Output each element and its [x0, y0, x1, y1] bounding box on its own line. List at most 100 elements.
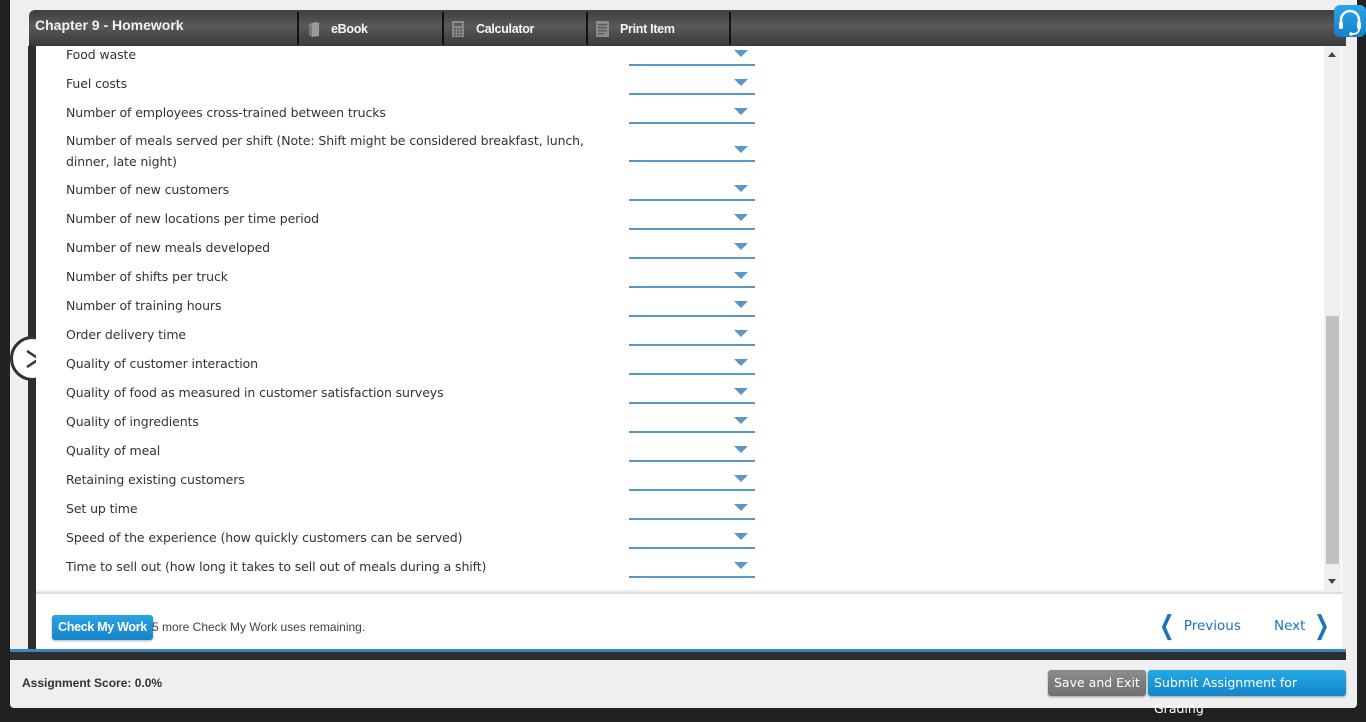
item-label: Number of training hours [66, 298, 222, 313]
print-document-icon [596, 20, 610, 37]
calculator-icon [452, 20, 466, 37]
assignment-score: Assignment Score: 0.0% [22, 676, 163, 690]
caret-down-icon [734, 417, 748, 424]
list-item: Quality of ingredients [36, 411, 796, 437]
scrollbar-thumb[interactable] [1326, 316, 1339, 564]
assignment-header: Chapter 9 - Homework eBook Calculator Pr… [29, 10, 1346, 46]
list-item: Quality of meal [36, 440, 796, 466]
list-item: Speed of the experience (how quickly cus… [36, 527, 796, 553]
item-label: Number of new meals developed [66, 240, 270, 255]
list-item: Number of shifts per truck [36, 266, 796, 292]
answer-dropdown[interactable] [629, 142, 755, 162]
next-button[interactable]: Next ❯ [1274, 612, 1333, 640]
item-label: Number of new customers [66, 182, 230, 197]
answer-dropdown[interactable] [629, 181, 755, 201]
item-label: Number of employees cross-trained betwee… [66, 105, 386, 120]
assignment-title: Chapter 9 - Homework [35, 17, 184, 33]
list-item: Quality of food as measured in customer … [36, 382, 796, 408]
caret-down-icon [734, 301, 748, 308]
previous-label: Previous [1183, 618, 1241, 634]
help-button[interactable] [1334, 5, 1366, 37]
check-my-work-remaining: 5 more Check My Work uses remaining. [152, 620, 366, 634]
caret-down-icon [734, 272, 748, 279]
caret-down-icon [734, 562, 748, 569]
answer-dropdown[interactable] [629, 471, 755, 491]
answer-dropdown[interactable] [629, 75, 755, 95]
content-scrollbar[interactable] [1324, 46, 1341, 590]
caret-down-icon [734, 388, 748, 395]
caret-down-icon [734, 243, 748, 250]
list-item: Food waste [36, 46, 796, 70]
answer-dropdown[interactable] [629, 104, 755, 124]
caret-down-icon [734, 330, 748, 337]
item-label: Quality of meal [66, 443, 161, 458]
calculator-label: Calculator [476, 21, 535, 36]
list-item: Time to sell out (how long it takes to s… [36, 556, 796, 582]
print-item-label: Print Item [620, 21, 675, 36]
ebook-button[interactable]: eBook [297, 12, 442, 45]
item-label: Number of shifts per truck [66, 269, 228, 284]
previous-button[interactable]: ❮ Previous [1156, 612, 1241, 640]
list-item: Number of new meals developed [36, 237, 796, 263]
item-label: Quality of customer interaction [66, 356, 258, 371]
caret-down-icon [734, 79, 748, 86]
list-item: Number of new locations per time period [36, 208, 796, 234]
check-my-work-button[interactable]: Check My Work [52, 615, 153, 640]
item-label: Number of new locations per time period [66, 211, 319, 226]
item-label: Set up time [66, 501, 138, 516]
answer-dropdown[interactable] [629, 413, 755, 433]
caret-down-icon [734, 533, 748, 540]
toolbar-divider [729, 12, 731, 45]
item-label: Number of meals served per shift (Note: … [66, 133, 584, 169]
answer-dropdown[interactable] [629, 384, 755, 404]
chevron-left-icon: ❮ [1159, 611, 1175, 641]
caret-down-icon [734, 214, 748, 221]
answer-dropdown[interactable] [629, 500, 755, 520]
footer-divider [10, 652, 1346, 660]
answer-dropdown[interactable] [629, 442, 755, 462]
answer-dropdown[interactable] [629, 529, 755, 549]
caret-down-icon [734, 359, 748, 366]
submit-assignment-button[interactable]: Submit Assignment for Grading [1148, 670, 1346, 716]
item-label: Food waste [66, 47, 136, 62]
caret-down-icon [734, 504, 748, 511]
item-label: Speed of the experience (how quickly cus… [66, 530, 463, 545]
answer-dropdown[interactable] [629, 355, 755, 375]
scroll-down-arrow-icon[interactable] [1328, 579, 1336, 584]
answer-dropdown[interactable] [629, 46, 755, 66]
item-label: Retaining existing customers [66, 472, 245, 487]
answer-dropdown[interactable] [629, 210, 755, 230]
scroll-up-arrow-icon[interactable] [1328, 52, 1336, 57]
headset-icon [1339, 9, 1361, 36]
item-label: Quality of food as measured in customer … [66, 385, 444, 400]
answer-dropdown[interactable] [629, 558, 755, 578]
caret-down-icon [734, 446, 748, 453]
book-icon [307, 21, 321, 37]
item-label: Time to sell out (how long it takes to s… [66, 559, 487, 574]
caret-down-icon [734, 108, 748, 115]
question-content: Food waste Fuel costs Number of employees … [36, 46, 1342, 590]
calculator-button[interactable]: Calculator [442, 12, 586, 45]
list-item: Number of meals served per shift (Note: … [36, 130, 796, 174]
question-footer: Check My Work 5 more Check My Work uses … [36, 592, 1342, 650]
answer-dropdown[interactable] [629, 297, 755, 317]
caret-down-icon [734, 50, 748, 57]
list-item: Order delivery time [36, 324, 796, 350]
answer-dropdown[interactable] [629, 268, 755, 288]
list-item: Retaining existing customers [36, 469, 796, 495]
item-label: Fuel costs [66, 76, 128, 91]
print-item-button[interactable]: Print Item [586, 12, 729, 45]
list-item: Number of training hours [36, 295, 796, 321]
list-item: Quality of customer interaction [36, 353, 796, 379]
list-item: Number of employees cross-trained betwee… [36, 102, 796, 128]
answer-dropdown[interactable] [629, 326, 755, 346]
list-item: Fuel costs [36, 73, 796, 99]
answer-dropdown[interactable] [629, 239, 755, 259]
list-item: Set up time [36, 498, 796, 524]
next-label: Next [1274, 618, 1306, 634]
caret-down-icon [734, 146, 748, 153]
chevron-right-icon: ❯ [1314, 611, 1330, 641]
save-and-exit-button[interactable]: Save and Exit [1048, 670, 1146, 696]
caret-down-icon [734, 475, 748, 482]
caret-down-icon [734, 185, 748, 192]
